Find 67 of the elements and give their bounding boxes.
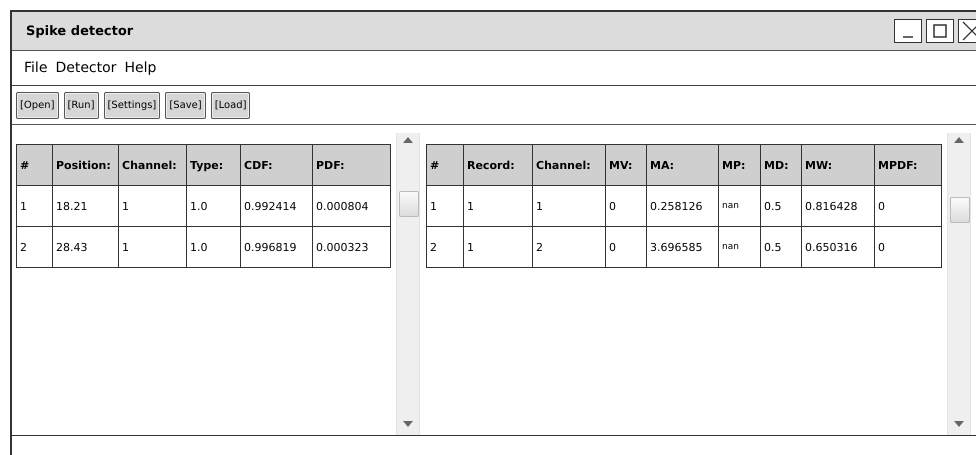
column-header[interactable]: MD: (760, 144, 802, 186)
column-header[interactable]: Type: (186, 144, 240, 186)
table-cell: 3.696585 (646, 226, 718, 268)
table-cell: 1 (464, 186, 532, 226)
table-cell: 2 (426, 226, 464, 268)
minimize-icon (903, 36, 913, 38)
scrollbar[interactable] (947, 133, 971, 435)
toolbar-button[interactable]: [Save] (165, 92, 206, 118)
toolbar-button[interactable]: [Run] (64, 92, 98, 118)
column-header[interactable]: PDF: (312, 144, 390, 186)
table-cell: 0.816428 (802, 186, 874, 226)
column-header[interactable]: Channel: (118, 144, 186, 186)
table-cell: 1.0 (186, 186, 240, 226)
toolbar-button[interactable]: [Settings] (104, 92, 160, 118)
column-header[interactable]: CDF: (240, 144, 312, 186)
column-header[interactable]: Position: (52, 144, 118, 186)
window-title: Spike detector (26, 24, 134, 38)
scroll-thumb[interactable] (950, 197, 970, 223)
table-cell: 0.5 (760, 186, 802, 226)
table-cell: 0.000323 (312, 226, 390, 268)
table-cell: 1 (118, 226, 186, 268)
table-cell: 0 (874, 186, 942, 226)
table-cell: 1 (426, 186, 464, 226)
table-cell: nan (718, 226, 760, 268)
scroll-up-icon[interactable] (403, 137, 413, 143)
column-header[interactable]: Record: (464, 144, 532, 186)
menu-item[interactable]: Help (124, 60, 156, 76)
table-cell: 2 (532, 226, 606, 268)
scroll-up-icon[interactable] (954, 137, 964, 143)
scroll-down-icon[interactable] (954, 421, 964, 427)
toolbar-button[interactable]: [Load] (210, 92, 250, 118)
table-cell: 0.996819 (240, 226, 312, 268)
table-cell: 1 (118, 186, 186, 226)
table-cell: 0 (606, 226, 646, 268)
maximize-icon (933, 24, 947, 38)
close-icon (962, 21, 976, 41)
column-header[interactable]: MA: (646, 144, 718, 186)
table-cell: nan (718, 186, 760, 226)
column-header[interactable]: MV: (606, 144, 646, 186)
menu-item[interactable]: File (24, 60, 48, 76)
table-cell: 0.992414 (240, 186, 312, 226)
scrollbar[interactable] (396, 133, 420, 435)
column-header[interactable]: MPDF: (874, 144, 942, 186)
column-header[interactable]: Channel: (532, 144, 606, 186)
table-cell: 0.5 (760, 226, 802, 268)
column-header[interactable]: MP: (718, 144, 760, 186)
maximize-button[interactable] (926, 19, 954, 43)
table-cell: 1 (464, 226, 532, 268)
table-cell: 1 (532, 186, 606, 226)
table-cell: 0 (606, 186, 646, 226)
column-header[interactable]: MW: (802, 144, 874, 186)
table-cell: 18.21 (52, 186, 118, 226)
minimize-button[interactable] (894, 19, 922, 43)
scroll-down-icon[interactable] (403, 421, 413, 427)
table-cell: 2 (16, 226, 52, 268)
toolbar-button[interactable]: [Open] (16, 92, 59, 118)
table-cell: 1 (16, 186, 52, 226)
menu-item[interactable]: Detector (55, 60, 116, 76)
column-header[interactable]: # (426, 144, 464, 186)
table-cell: 0 (874, 226, 942, 268)
table-cell: 0.258126 (646, 186, 718, 226)
table-cell: 0.000804 (312, 186, 390, 226)
table-cell: 28.43 (52, 226, 118, 268)
table-cell: 1.0 (186, 226, 240, 268)
table-cell: 0.650316 (802, 226, 874, 268)
column-header[interactable]: # (16, 144, 52, 186)
scroll-thumb[interactable] (399, 191, 419, 217)
